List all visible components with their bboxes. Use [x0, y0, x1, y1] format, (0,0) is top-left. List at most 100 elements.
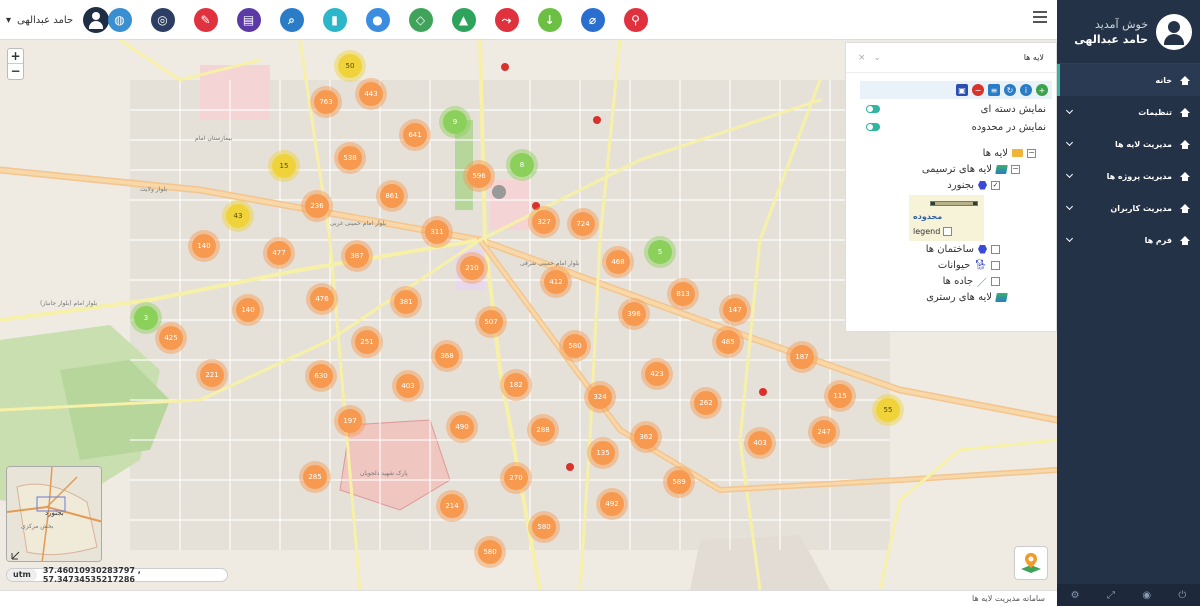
cluster-marker[interactable]: 236 [305, 194, 329, 218]
sidebar-item-1[interactable]: تنظیمات [1057, 96, 1200, 128]
legend-checkbox[interactable] [943, 227, 953, 236]
tool-button-chart[interactable]: ▲ [442, 6, 485, 34]
cluster-marker[interactable]: 468 [606, 250, 630, 274]
cluster-marker[interactable]: 285 [303, 465, 327, 489]
tree-layer-animals[interactable]: 🐕︎ حیوانات [846, 257, 1036, 273]
cluster-marker[interactable]: 492 [600, 492, 624, 516]
cluster-marker[interactable]: 311 [425, 220, 449, 244]
cluster-marker[interactable]: 396 [622, 302, 646, 326]
collapse-toggle[interactable]: − [1027, 148, 1036, 158]
legend-toggle[interactable]: legend [913, 227, 953, 236]
cluster-marker[interactable]: 861 [380, 184, 404, 208]
cluster-marker[interactable]: 221 [200, 363, 224, 387]
power-icon[interactable]: ⏻ [1178, 590, 1186, 601]
cluster-marker[interactable]: 9 [443, 110, 467, 134]
projection-toggle[interactable]: utm [7, 569, 37, 581]
cluster-marker[interactable]: 412 [544, 270, 568, 294]
sidebar-item-0[interactable]: خانه [1057, 64, 1200, 96]
extent-view-switch[interactable] [866, 123, 880, 131]
cluster-marker[interactable]: 15 [272, 154, 296, 178]
cluster-marker[interactable]: 115 [828, 384, 852, 408]
cluster-marker[interactable]: 387 [345, 244, 369, 268]
cluster-marker[interactable]: 580 [563, 334, 587, 358]
hamburger-menu-button[interactable] [1033, 11, 1047, 23]
chevron-down-icon[interactable]: ⌄ [874, 53, 882, 63]
cluster-marker[interactable]: 763 [314, 90, 338, 114]
cluster-marker[interactable]: 589 [667, 470, 691, 494]
toggle-cluster-view[interactable]: نمایش دسته ای [846, 101, 1056, 117]
cluster-view-switch[interactable] [866, 105, 880, 113]
cluster-marker[interactable]: 247 [812, 420, 836, 444]
tree-vector-group[interactable]: − لایه های ترسیمی [846, 161, 1036, 177]
info-icon[interactable]: i [1020, 84, 1032, 96]
close-icon[interactable]: × [858, 53, 866, 63]
cluster-marker[interactable]: 477 [267, 241, 291, 265]
locate-button[interactable] [1014, 546, 1048, 580]
tool-button-compass[interactable]: ◎ [141, 6, 184, 34]
user-menu[interactable]: ▾ حامد عبدالهی [6, 7, 110, 33]
cluster-marker[interactable]: 147 [723, 298, 747, 322]
tree-layer-buildings[interactable]: ساختمان ها [846, 241, 1036, 257]
cluster-marker[interactable]: 135 [591, 441, 615, 465]
sidebar-item-3[interactable]: مدیریت پروژه ها [1057, 160, 1200, 192]
layer-checkbox[interactable] [991, 260, 1000, 270]
tool-button-sphere[interactable]: ● [356, 6, 399, 34]
cluster-marker[interactable]: 423 [645, 362, 669, 386]
cluster-marker[interactable]: 507 [479, 310, 503, 334]
layer-checkbox[interactable] [991, 244, 1000, 254]
cluster-marker[interactable]: 580 [532, 515, 556, 539]
tool-button-globe[interactable]: ◍ [98, 6, 141, 34]
avatar[interactable] [1156, 14, 1192, 50]
cluster-marker[interactable]: 55 [876, 398, 900, 422]
sidebar-item-5[interactable]: فرم ها [1057, 224, 1200, 256]
layer-checkbox[interactable]: ✓ [991, 180, 1000, 190]
cluster-marker[interactable]: 425 [159, 326, 183, 350]
refresh-icon[interactable]: ↻ [1004, 84, 1016, 96]
layer-checkbox[interactable] [991, 276, 1000, 286]
cluster-marker[interactable]: 8 [510, 153, 534, 177]
tree-raster-group[interactable]: − لایه های رستری [846, 289, 1036, 305]
cluster-marker[interactable]: 50 [338, 54, 362, 78]
overview-minimap[interactable]: بجنورد بخش مرکزی [6, 466, 102, 562]
toggle-extent-view[interactable]: نمایش در محدوده [846, 119, 1056, 135]
tool-button-download[interactable]: ↓ [528, 6, 571, 34]
tool-button-map-outline[interactable]: ◇ [399, 6, 442, 34]
cluster-marker[interactable]: 538 [338, 146, 362, 170]
cluster-marker[interactable]: 288 [531, 418, 555, 442]
cluster-marker[interactable]: 381 [394, 290, 418, 314]
cluster-marker[interactable]: 3 [134, 306, 158, 330]
cluster-marker[interactable]: 580 [478, 540, 502, 564]
zoom-out-button[interactable]: − [8, 64, 23, 79]
cluster-marker[interactable]: 368 [435, 344, 459, 368]
cluster-marker[interactable]: 443 [359, 82, 383, 106]
expand-icon[interactable]: ⤢ [1107, 590, 1115, 601]
cluster-marker[interactable]: 403 [396, 374, 420, 398]
cluster-marker[interactable]: 140 [236, 298, 260, 322]
cluster-marker[interactable]: 251 [355, 330, 379, 354]
cluster-marker[interactable]: 262 [694, 391, 718, 415]
cluster-marker[interactable]: 813 [671, 282, 695, 306]
eye-off-icon[interactable]: ◉ [1142, 590, 1151, 601]
tool-button-route[interactable]: ⤳ [485, 6, 528, 34]
cluster-marker[interactable]: 327 [532, 210, 556, 234]
add-layer-icon[interactable]: + [1036, 84, 1048, 96]
tree-layer-roads[interactable]: ／ جاده ها [846, 273, 1036, 289]
save-icon[interactable]: ▣ [956, 84, 968, 96]
cluster-marker[interactable]: 490 [450, 415, 474, 439]
cluster-marker[interactable]: 476 [310, 287, 334, 311]
cluster-marker[interactable]: 197 [338, 409, 362, 433]
cluster-marker[interactable]: 43 [226, 204, 250, 228]
cluster-marker[interactable]: 5 [648, 240, 672, 264]
tree-root[interactable]: − لایه ها [846, 145, 1036, 161]
cluster-marker[interactable]: 724 [571, 212, 595, 236]
cluster-marker[interactable]: 270 [504, 466, 528, 490]
tool-button-pin-file[interactable]: ⚲ [614, 6, 657, 34]
gear-icon[interactable]: ⚙ [1071, 590, 1080, 601]
tool-button-marker[interactable]: ▮ [313, 6, 356, 34]
cluster-marker[interactable]: 140 [192, 234, 216, 258]
cluster-marker[interactable]: 182 [504, 373, 528, 397]
tree-layer-bojnourd[interactable]: ✓ بجنورد [846, 177, 1036, 193]
cluster-marker[interactable]: 485 [716, 330, 740, 354]
tool-button-search[interactable]: ⌕ [270, 6, 313, 34]
cluster-marker[interactable]: 214 [440, 494, 464, 518]
